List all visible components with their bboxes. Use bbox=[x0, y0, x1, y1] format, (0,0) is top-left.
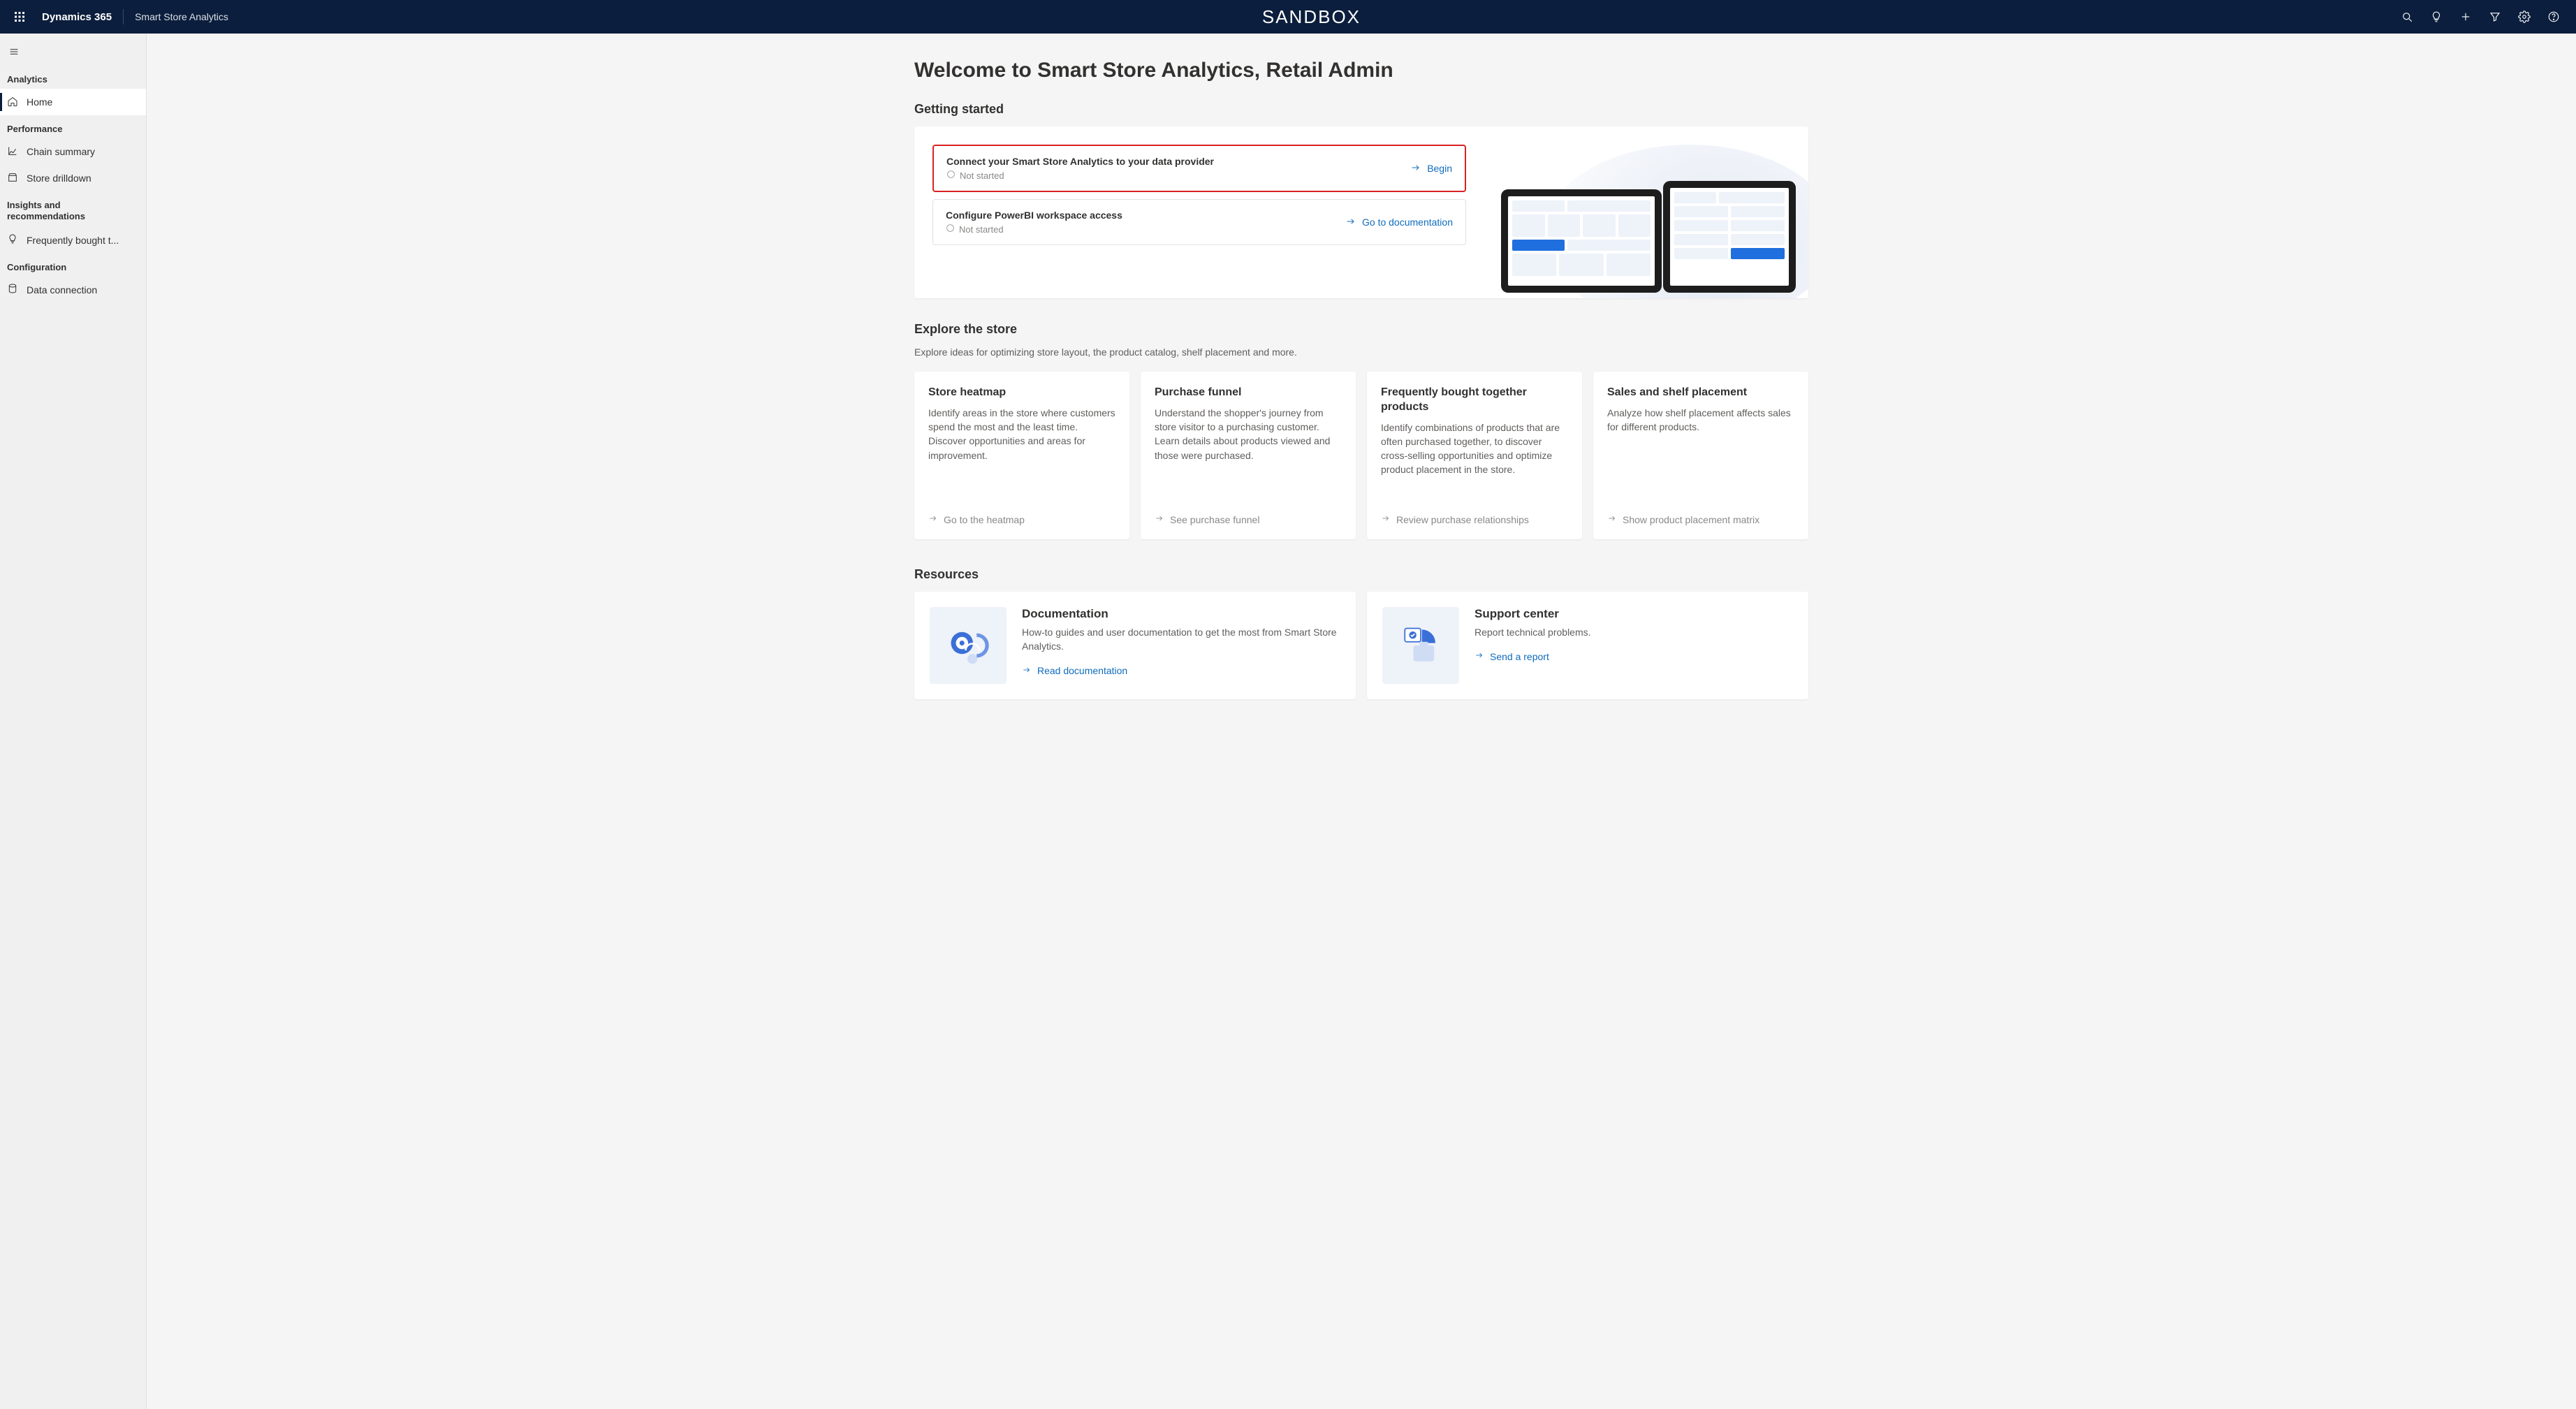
resource-desc: How-to guides and user documentation to … bbox=[1022, 625, 1340, 654]
resource-title: Documentation bbox=[1022, 607, 1340, 621]
getting-started-heading: Getting started bbox=[914, 102, 1808, 117]
gs-action-begin[interactable]: Begin bbox=[1410, 162, 1452, 175]
home-icon bbox=[7, 96, 18, 109]
explore-description: Explore ideas for optimizing store layou… bbox=[914, 346, 1808, 358]
sidebar-item-label: Data connection bbox=[27, 284, 97, 295]
app-launcher-icon[interactable] bbox=[6, 0, 34, 34]
gear-icon[interactable] bbox=[2512, 0, 2537, 34]
card-link[interactable]: Review purchase relationships bbox=[1381, 513, 1568, 525]
nav-section-analytics: Analytics bbox=[0, 66, 146, 89]
arrow-right-icon bbox=[1381, 513, 1391, 525]
circle-empty-icon bbox=[946, 170, 956, 181]
arrow-right-icon bbox=[1022, 665, 1032, 677]
card-desc: Identify areas in the store where custom… bbox=[928, 406, 1115, 504]
gs-step-status: Not started bbox=[946, 170, 1214, 181]
resource-desc: Report technical problems. bbox=[1474, 625, 1591, 639]
gs-action-docs[interactable]: Go to documentation bbox=[1345, 216, 1453, 229]
explore-card-heatmap[interactable]: Store heatmap Identify areas in the stor… bbox=[914, 372, 1129, 539]
explore-card-funnel[interactable]: Purchase funnel Understand the shopper's… bbox=[1141, 372, 1356, 539]
brand-label[interactable]: Dynamics 365 bbox=[34, 11, 120, 23]
database-icon bbox=[7, 283, 18, 296]
getting-started-hero: Connect your Smart Store Analytics to yo… bbox=[914, 126, 1808, 298]
card-link[interactable]: See purchase funnel bbox=[1155, 513, 1342, 525]
nav-section-performance: Performance bbox=[0, 115, 146, 138]
nav-section-insights: Insights and recommendations bbox=[0, 191, 146, 227]
store-icon bbox=[7, 172, 18, 185]
laptop-mockup bbox=[1501, 189, 1662, 293]
resource-title: Support center bbox=[1474, 607, 1591, 621]
chart-line-icon bbox=[7, 145, 18, 159]
arrow-right-icon bbox=[1155, 513, 1164, 525]
card-title: Store heatmap bbox=[928, 386, 1115, 400]
card-title: Sales and shelf placement bbox=[1607, 386, 1794, 400]
hamburger-icon[interactable] bbox=[0, 38, 28, 66]
sidebar-item-frequently-bought[interactable]: Frequently bought t... bbox=[0, 227, 146, 254]
explore-card-fbt[interactable]: Frequently bought together products Iden… bbox=[1367, 372, 1582, 539]
support-illustration bbox=[1382, 607, 1459, 684]
gs-step-title: Configure PowerBI workspace access bbox=[946, 210, 1122, 221]
card-title: Purchase funnel bbox=[1155, 386, 1342, 400]
arrow-right-icon bbox=[1345, 216, 1356, 229]
circle-empty-icon bbox=[946, 224, 955, 235]
card-desc: Analyze how shelf placement affects sale… bbox=[1607, 406, 1794, 504]
sidebar: Analytics Home Performance Chain summary… bbox=[0, 34, 147, 1409]
card-desc: Understand the shopper's journey from st… bbox=[1155, 406, 1342, 504]
sidebar-item-store-drilldown[interactable]: Store drilldown bbox=[0, 165, 146, 191]
app-name-label[interactable]: Smart Store Analytics bbox=[126, 11, 228, 22]
sidebar-item-label: Store drilldown bbox=[27, 173, 92, 184]
environment-badge: SANDBOX bbox=[228, 6, 2394, 28]
card-link[interactable]: Go to the heatmap bbox=[928, 513, 1115, 525]
divider bbox=[123, 9, 124, 24]
gs-step-title: Connect your Smart Store Analytics to yo… bbox=[946, 156, 1214, 167]
arrow-right-icon bbox=[928, 513, 938, 525]
explore-cards: Store heatmap Identify areas in the stor… bbox=[914, 372, 1808, 539]
sidebar-item-home[interactable]: Home bbox=[0, 89, 146, 115]
lightbulb-icon[interactable] bbox=[2424, 0, 2449, 34]
filter-icon[interactable] bbox=[2482, 0, 2508, 34]
card-desc: Identify combinations of products that a… bbox=[1381, 421, 1568, 504]
card-link[interactable]: Show product placement matrix bbox=[1607, 513, 1794, 525]
nav-section-configuration: Configuration bbox=[0, 254, 146, 277]
arrow-right-icon bbox=[1410, 162, 1421, 175]
arrow-right-icon bbox=[1474, 650, 1484, 662]
top-bar: Dynamics 365 Smart Store Analytics SANDB… bbox=[0, 0, 2576, 34]
tablet-mockup bbox=[1663, 181, 1796, 293]
sidebar-item-label: Frequently bought t... bbox=[27, 235, 119, 246]
resource-link[interactable]: Send a report bbox=[1474, 650, 1591, 662]
gs-step-status: Not started bbox=[946, 224, 1122, 235]
resource-card-support[interactable]: Support center Report technical problems… bbox=[1367, 592, 1808, 699]
sidebar-item-label: Chain summary bbox=[27, 146, 95, 157]
top-icons-group bbox=[2394, 0, 2570, 34]
resource-link[interactable]: Read documentation bbox=[1022, 665, 1340, 677]
arrow-right-icon bbox=[1607, 513, 1617, 525]
sidebar-item-chain-summary[interactable]: Chain summary bbox=[0, 138, 146, 165]
card-title: Frequently bought together products bbox=[1381, 386, 1568, 415]
resource-card-documentation[interactable]: Documentation How-to guides and user doc… bbox=[914, 592, 1356, 699]
lightbulb-icon bbox=[7, 233, 18, 247]
page-title: Welcome to Smart Store Analytics, Retail… bbox=[914, 59, 1808, 82]
hero-illustration bbox=[1487, 145, 1808, 298]
plus-icon[interactable] bbox=[2453, 0, 2478, 34]
main-content: Welcome to Smart Store Analytics, Retail… bbox=[147, 34, 2576, 1409]
sidebar-item-data-connection[interactable]: Data connection bbox=[0, 277, 146, 303]
help-icon[interactable] bbox=[2541, 0, 2566, 34]
resources-cards: Documentation How-to guides and user doc… bbox=[914, 592, 1808, 699]
explore-heading: Explore the store bbox=[914, 322, 1808, 337]
explore-card-sales-shelf[interactable]: Sales and shelf placement Analyze how sh… bbox=[1593, 372, 1808, 539]
resources-heading: Resources bbox=[914, 567, 1808, 582]
search-icon[interactable] bbox=[2394, 0, 2420, 34]
gs-step-powerbi[interactable]: Configure PowerBI workspace access Not s… bbox=[932, 199, 1466, 245]
sidebar-item-label: Home bbox=[27, 96, 52, 108]
gs-step-connect-data[interactable]: Connect your Smart Store Analytics to yo… bbox=[932, 145, 1466, 192]
documentation-illustration bbox=[930, 607, 1007, 684]
